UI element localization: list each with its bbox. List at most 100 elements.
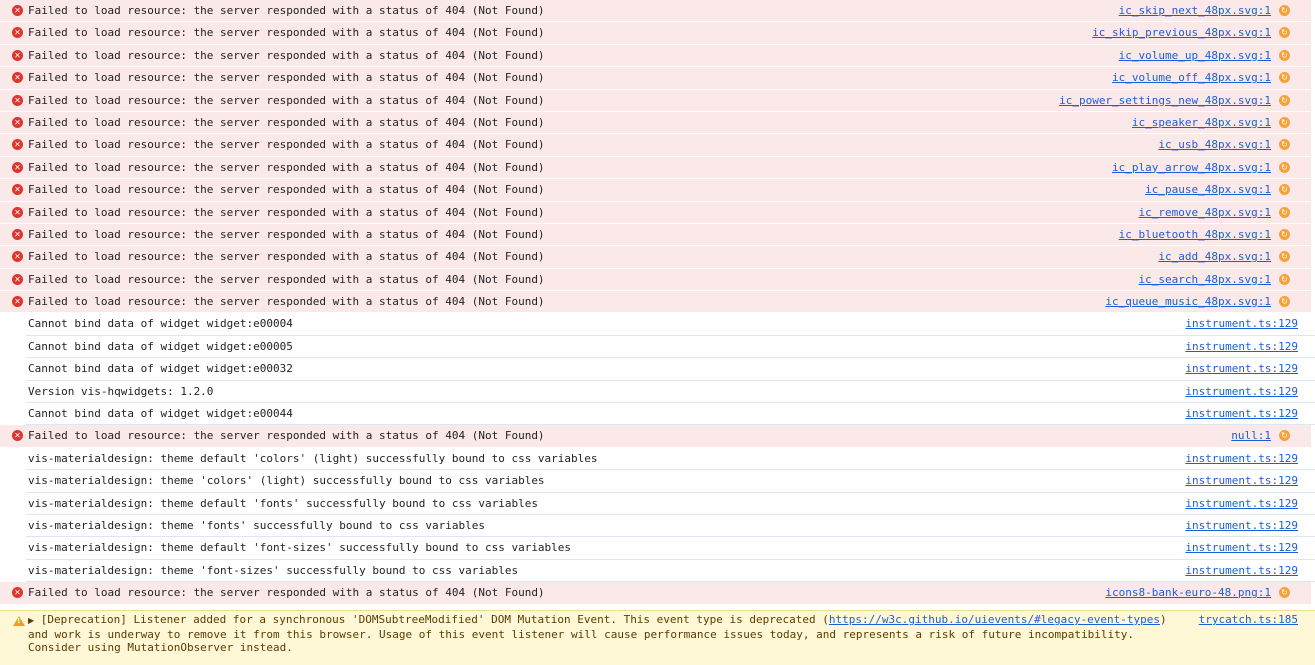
source-link[interactable]: ic_power_settings_new_48px.svg:1 [1059,94,1271,108]
source-link[interactable]: ic_search_48px.svg:1 [1139,273,1271,287]
error-circle-icon: ✕ [12,184,23,196]
reveal-source-icon[interactable]: ↻ [1279,430,1290,442]
source-link[interactable]: icons8-bank-euro-48.png:1 [1105,586,1271,600]
message-text: Failed to load resource: the server resp… [28,295,545,309]
message-text: Cannot bind data of widget widget:e00004 [28,317,293,331]
warning-source-link[interactable]: trycatch.ts:185 [1199,613,1298,627]
reveal-source-icon[interactable]: ↻ [1279,27,1290,39]
source-link[interactable]: instrument.ts:129 [1185,385,1298,399]
source-link[interactable]: ic_queue_music_48px.svg:1 [1105,295,1271,309]
error-message-row: ✕ Failed to load resource: the server res… [0,22,1311,45]
source-link[interactable]: ic_bluetooth_48px.svg:1 [1119,228,1271,242]
message-text: vis-materialdesign: theme 'fonts' succes… [28,518,485,532]
expand-triangle-icon[interactable]: ▶ [28,616,34,625]
source-link[interactable]: ic_pause_48px.svg:1 [1145,183,1271,197]
source-link[interactable]: instrument.ts:129 [1185,452,1298,466]
message-text: Failed to load resource: the server resp… [28,183,545,197]
message-text: vis-materialdesign: theme default 'font-… [28,541,572,555]
error-message-row: ✕ Failed to load resource: the server res… [0,201,1311,224]
reveal-source-icon[interactable]: ↻ [1279,49,1290,61]
source-link[interactable]: instrument.ts:129 [1185,317,1298,331]
message-text: Cannot bind data of widget widget:e00032 [28,362,293,376]
reveal-source-icon[interactable]: ↻ [1279,161,1290,173]
source-link[interactable]: instrument.ts:129 [1185,564,1298,578]
error-circle-icon: ✕ [12,27,23,39]
log-message-row: vis-materialdesign: theme 'colors' (ligh… [26,470,1315,493]
source-link[interactable]: ic_volume_off_48px.svg:1 [1112,71,1271,85]
error-message-row: ✕ Failed to load resource: the server res… [0,89,1311,112]
deprecation-warning: ! ▶ [Deprecation] Listener added for a s… [0,610,1315,665]
message-text: vis-materialdesign: theme default 'fonts… [28,496,538,510]
error-circle-icon: ✕ [12,72,23,84]
message-text: Failed to load resource: the server resp… [28,138,545,152]
error-circle-icon: ✕ [12,94,23,106]
console-log: ✕ Failed to load resource: the server res… [0,0,1315,605]
message-text: vis-materialdesign: theme 'colors' (ligh… [28,474,545,488]
reveal-source-icon[interactable]: ↻ [1279,139,1290,151]
reveal-source-icon[interactable]: ↻ [1279,251,1290,263]
error-message-row: ✕ Failed to load resource: the server res… [0,425,1311,448]
source-link[interactable]: ic_play_arrow_48px.svg:1 [1112,161,1271,175]
source-link[interactable]: instrument.ts:129 [1185,340,1298,354]
reveal-source-icon[interactable]: ↻ [1279,273,1290,285]
source-link[interactable]: instrument.ts:129 [1185,362,1298,376]
source-link[interactable]: ic_remove_48px.svg:1 [1139,206,1271,220]
error-circle-icon: ✕ [12,228,23,240]
reveal-source-icon[interactable]: ↻ [1279,94,1290,106]
reveal-source-icon[interactable]: ↻ [1279,72,1290,84]
source-link[interactable]: ic_volume_up_48px.svg:1 [1119,49,1271,63]
log-message-row: vis-materialdesign: theme default 'font-… [26,537,1315,560]
log-message-row: Cannot bind data of widget widget:e00004… [26,313,1315,336]
source-link[interactable]: instrument.ts:129 [1185,407,1298,421]
source-link[interactable]: instrument.ts:129 [1185,541,1298,555]
reveal-source-icon[interactable]: ↻ [1279,184,1290,196]
message-text: Cannot bind data of widget widget:e00044 [28,407,293,421]
log-message-row: Cannot bind data of widget widget:e00044… [26,403,1315,426]
source-link[interactable]: ic_speaker_48px.svg:1 [1132,116,1271,130]
message-text: Failed to load resource: the server resp… [28,429,545,443]
error-circle-icon: ✕ [12,587,23,599]
error-circle-icon: ✕ [12,161,23,173]
source-link[interactable]: instrument.ts:129 [1185,519,1298,533]
source-link[interactable]: null:1 [1231,429,1271,443]
error-circle-icon: ✕ [12,206,23,218]
reveal-source-icon[interactable]: ↻ [1279,116,1290,128]
log-message-row: vis-materialdesign: theme 'font-sizes' s… [26,560,1315,583]
source-link[interactable]: ic_add_48px.svg:1 [1158,250,1271,264]
source-link[interactable]: instrument.ts:129 [1185,474,1298,488]
error-circle-icon: ✕ [12,430,23,442]
source-link[interactable]: instrument.ts:129 [1185,497,1298,511]
reveal-source-icon[interactable]: ↻ [1279,228,1290,240]
error-message-row: ✕ Failed to load resource: the server res… [0,156,1311,180]
error-message-row: ✕ Failed to load resource: the server res… [0,134,1311,157]
message-text: vis-materialdesign: theme default 'color… [28,451,598,465]
message-text: Failed to load resource: the server resp… [28,48,545,62]
message-text: Failed to load resource: the server resp… [28,4,545,17]
message-text: Cannot bind data of widget widget:e00005 [28,339,293,353]
error-circle-icon: ✕ [12,116,23,128]
message-text: Failed to load resource: the server resp… [28,586,545,600]
error-message-row: ✕ Failed to load resource: the server res… [0,291,1311,314]
error-message-row: ✕ Failed to load resource: the server res… [0,582,1311,605]
error-circle-icon: ✕ [12,273,23,285]
error-message-row: ✕ Failed to load resource: the server res… [0,223,1311,247]
source-link[interactable]: ic_skip_next_48px.svg:1 [1119,4,1271,18]
error-circle-icon: ✕ [12,5,23,16]
reveal-source-icon[interactable]: ↻ [1279,587,1290,599]
warning-triangle-icon: ! [13,616,25,626]
reveal-source-icon[interactable]: ↻ [1279,5,1290,16]
message-text: Failed to load resource: the server resp… [28,160,545,174]
message-text: Failed to load resource: the server resp… [28,272,545,286]
source-link[interactable]: ic_usb_48px.svg:1 [1158,138,1271,152]
error-circle-icon: ✕ [12,296,23,308]
error-message-row: ✕ Failed to load resource: the server res… [0,246,1311,269]
source-link[interactable]: ic_skip_previous_48px.svg:1 [1092,26,1271,40]
warning-text-before: [Deprecation] Listener added for a synch… [40,613,829,626]
message-text: Failed to load resource: the server resp… [28,93,545,107]
error-message-row: ✕ Failed to load resource: the server res… [0,111,1311,135]
log-message-row: Cannot bind data of widget widget:e00005… [26,336,1315,359]
reveal-source-icon[interactable]: ↻ [1279,206,1290,218]
reveal-source-icon[interactable]: ↻ [1279,296,1290,308]
warning-link[interactable]: https://w3c.github.io/uievents/#legacy-e… [829,613,1160,626]
error-message-row: ✕ Failed to load resource: the server res… [0,0,1311,23]
